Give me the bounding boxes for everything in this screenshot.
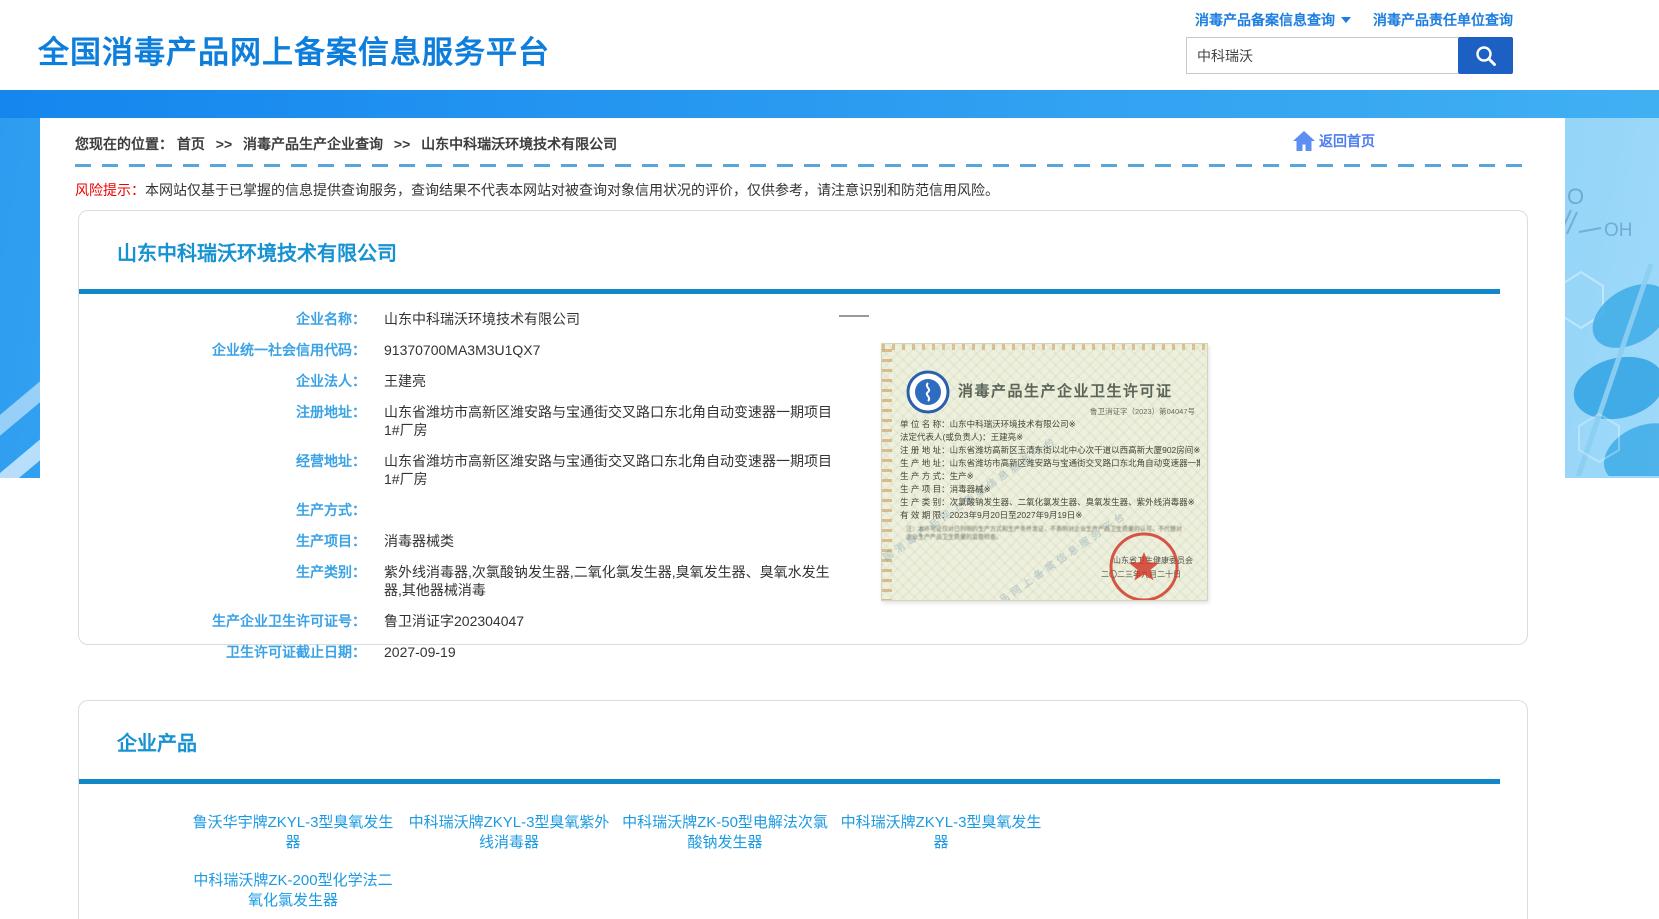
company-title: 山东中科瑞沃环境技术有限公司: [117, 237, 397, 266]
license-certificate-image[interactable]: 全国消毒产品网上备案信息服务平台 全国消毒产品网上备案信息服务平台 消毒产品生产…: [881, 343, 1208, 601]
field-value: 消毒器械类: [384, 532, 454, 550]
breadcrumb-separator: >>: [216, 136, 232, 152]
nav-link-label: 消毒产品备案信息查询: [1195, 10, 1335, 30]
certificate-line: 法定代表人(或负责人)：王建亮※: [900, 431, 1200, 444]
dashed-divider: [75, 164, 1527, 167]
content-wrapper: 您现在的位置： 首页 >> 消毒产品生产企业查询 >> 山东中科瑞沃环境技术有限…: [40, 118, 1565, 919]
title-underline-bar: [79, 289, 1500, 294]
company-field-row: 企业统一社会信用代码： 91370700MA3M3U1QX7: [79, 341, 979, 359]
home-icon: [1292, 130, 1316, 152]
risk-notice: 风险提示：本网站仅基于已掌握的信息提供查询服务，查询结果不代表本网站对被查询对象…: [75, 180, 999, 200]
certificate-line: 生 产 方 式：生产※: [900, 470, 1200, 483]
field-label: 卫生许可证截止日期：: [79, 643, 366, 661]
page: 全国消毒产品网上备案信息服务平台 消毒产品备案信息查询 消毒产品责任单位查询: [0, 0, 1659, 919]
product-link[interactable]: 中科瑞沃牌ZK-200型化学法二氧化氯发生器: [187, 871, 399, 911]
back-home-link[interactable]: 返回首页: [1292, 130, 1375, 152]
certificate-line: 单 位 名 称：山东中科瑞沃环境技术有限公司※: [900, 418, 1200, 431]
header-right: 消毒产品备案信息查询 消毒产品责任单位查询: [1186, 10, 1513, 74]
company-field-row: 企业名称： 山东中科瑞沃环境技术有限公司: [79, 310, 979, 328]
product-list: 鲁沃华宇牌ZKYL-3型臭氧发生器中科瑞沃牌ZKYL-3型臭氧紫外线消毒器中科瑞…: [187, 813, 1137, 911]
company-field-row: 生产项目： 消毒器械类: [79, 532, 979, 550]
field-label: 企业名称：: [79, 310, 366, 328]
field-value: 2027-09-19: [384, 643, 456, 661]
product-link[interactable]: 中科瑞沃牌ZK-50型电解法次氯酸钠发生器: [619, 813, 831, 853]
products-title: 企业产品: [117, 727, 197, 756]
breadcrumb-item-company[interactable]: 山东中科瑞沃环境技术有限公司: [421, 136, 617, 152]
nav-link-responsible-unit-query[interactable]: 消毒产品责任单位查询: [1373, 10, 1513, 30]
company-fields: 企业名称： 山东中科瑞沃环境技术有限公司企业统一社会信用代码： 91370700MA…: [79, 310, 979, 674]
back-home-label: 返回首页: [1319, 131, 1375, 151]
field-label: 生产类别：: [79, 563, 366, 599]
field-value: 紫外线消毒器,次氯酸钠发生器,二氧化氯发生器,臭氧发生器、臭氧水发生器,其他器械…: [384, 563, 844, 599]
certificate-lines: 单 位 名 称：山东中科瑞沃环境技术有限公司※法定代表人(或负责人)：王建亮※注…: [900, 418, 1200, 522]
top-header: 全国消毒产品网上备案信息服务平台 消毒产品备案信息查询 消毒产品责任单位查询: [0, 0, 1659, 90]
svg-text:O: O: [1567, 184, 1584, 209]
molecule-illustration: O OH: [1549, 136, 1659, 476]
company-field-row: 生产企业卫生许可证号： 鲁卫消证字202304047: [79, 612, 979, 630]
certificate-title: 消毒产品生产企业卫生许可证: [958, 380, 1173, 401]
company-field-row: 企业法人： 王建亮: [79, 372, 979, 390]
site-title: 全国消毒产品网上备案信息服务平台: [38, 27, 550, 72]
nav-link-record-query[interactable]: 消毒产品备案信息查询: [1195, 10, 1351, 30]
certificate-emblem-icon: [906, 370, 950, 414]
product-link[interactable]: 中科瑞沃牌ZKYL-3型臭氧发生器: [835, 813, 1047, 853]
certificate-line: 生 产 地 址：山东省潍坊市高新区潍安路与宝通街交叉路口东北角自动变速器一期项目…: [900, 457, 1200, 470]
certificate-border-pattern: [882, 344, 1208, 350]
field-label: 生产项目：: [79, 532, 366, 550]
header-blue-band: [0, 90, 1659, 118]
field-label: 生产企业卫生许可证号：: [79, 612, 366, 630]
svg-text:OH: OH: [1604, 220, 1633, 241]
field-label: 生产方式：: [79, 501, 366, 519]
company-products-card: 企业产品 鲁沃华宇牌ZKYL-3型臭氧发生器中科瑞沃牌ZKYL-3型臭氧紫外线消…: [78, 700, 1528, 919]
product-link[interactable]: 中科瑞沃牌ZKYL-3型臭氧紫外线消毒器: [403, 813, 615, 853]
field-value: 山东省潍坊市高新区潍安路与宝通街交叉路口东北角自动变速器一期项目1#厂房: [384, 403, 844, 439]
certificate-line: 注 册 地 址：山东省潍坊高新区玉清东街以北中心次干道以西高新大厦902房间※: [900, 444, 1200, 457]
risk-notice-label: 风险提示：: [75, 182, 145, 198]
certificate-line: 生 产 类 别：次氯酸钠发生器、二氧化氯发生器、臭氧发生器、紫外线消毒器※: [900, 496, 1200, 509]
field-label: 经营地址：: [79, 452, 366, 488]
field-value: 91370700MA3M3U1QX7: [384, 341, 540, 359]
field-value: 山东中科瑞沃环境技术有限公司: [384, 310, 580, 328]
breadcrumb-prefix: 您现在的位置：: [75, 136, 173, 152]
company-field-row: 卫生许可证截止日期： 2027-09-19: [79, 643, 979, 661]
field-value: 王建亮: [384, 372, 426, 390]
search-input[interactable]: [1186, 37, 1458, 74]
product-link[interactable]: 鲁沃华宇牌ZKYL-3型臭氧发生器: [187, 813, 399, 853]
top-nav: 消毒产品备案信息查询 消毒产品责任单位查询: [1195, 10, 1513, 30]
title-underline-bar: [79, 779, 1500, 784]
field-value: 鲁卫消证字202304047: [384, 612, 524, 630]
certificate-number: 鲁卫消证字（2023）第04047号: [1090, 406, 1195, 417]
breadcrumb-item-enterprise-query[interactable]: 消毒产品生产企业查询: [243, 136, 383, 152]
field-label: 注册地址：: [79, 403, 366, 439]
breadcrumb-item-home[interactable]: 首页: [177, 136, 205, 152]
company-field-row: 经营地址： 山东省潍坊市高新区潍安路与宝通街交叉路口东北角自动变速器一期项目1#厂…: [79, 452, 979, 488]
nav-link-label: 消毒产品责任单位查询: [1373, 10, 1513, 30]
certificate-line: 有 效 期 限：2023年9月20日至2027年9月19日※: [900, 509, 1200, 522]
company-field-row: 生产方式：: [79, 501, 979, 519]
red-seal-icon: [1107, 530, 1181, 601]
company-info-card: 山东中科瑞沃环境技术有限公司 企业名称：山东中科瑞沃环境技术有限公司企业统一社会…: [78, 210, 1528, 645]
search-button[interactable]: [1458, 37, 1513, 74]
company-field-row: 注册地址： 山东省潍坊市高新区潍安路与宝通街交叉路口东北角自动变速器一期项目1#厂…: [79, 403, 979, 439]
breadcrumb: 您现在的位置： 首页 >> 消毒产品生产企业查询 >> 山东中科瑞沃环境技术有限…: [75, 134, 617, 154]
search-icon: [1474, 44, 1498, 68]
caret-down-icon: [1341, 17, 1351, 23]
image-placeholder-dash: [839, 315, 869, 317]
field-label: 企业统一社会信用代码：: [79, 341, 366, 359]
risk-notice-text: 本网站仅基于已掌握的信息提供查询服务，查询结果不代表本网站对被查询对象信用状况的…: [145, 182, 999, 198]
breadcrumb-separator: >>: [394, 136, 410, 152]
field-value: 山东省潍坊市高新区潍安路与宝通街交叉路口东北角自动变速器一期项目1#厂房: [384, 452, 844, 488]
certificate-line: 生 产 项 目：消毒器械※: [900, 483, 1200, 496]
search-bar: [1186, 37, 1513, 74]
company-field-row: 生产类别： 紫外线消毒器,次氯酸钠发生器,二氧化氯发生器,臭氧发生器、臭氧水发生器…: [79, 563, 979, 599]
field-label: 企业法人：: [79, 372, 366, 390]
